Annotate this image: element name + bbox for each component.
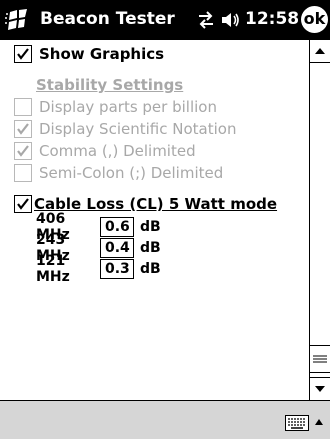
connectivity-icon[interactable] [197,11,215,29]
unit-label: dB [140,240,161,256]
scientific-notation-checkbox[interactable] [14,120,32,138]
volume-icon[interactable] [220,11,240,29]
ppb-label: Display parts per billion [39,98,217,116]
comma-delimited-label: Comma (,) Delimited [39,142,196,160]
app-title: Beacon Tester [40,9,175,29]
freq-row-121: 121 MHz 0.3 dB [36,253,161,285]
clock[interactable]: 12:58 [245,9,299,29]
checkmark-icon [17,48,29,60]
scroll-up-button[interactable] [310,40,330,63]
comma-delimited-option[interactable]: Comma (,) Delimited [14,140,196,162]
cable-loss-121-input[interactable]: 0.3 [100,259,134,279]
ok-button[interactable]: ok [301,6,328,33]
cable-loss-243-input[interactable]: 0.4 [100,238,134,258]
cable-loss-406-input[interactable]: 0.6 [100,217,134,237]
show-graphics-label: Show Graphics [39,45,165,63]
stability-settings-heading: Stability Settings [36,76,184,94]
scroll-down-button[interactable] [310,377,330,400]
keyboard-icon[interactable] [285,415,309,431]
scroll-thumb[interactable] [310,345,330,373]
settings-form: Show Graphics Stability Settings Display… [0,40,309,400]
semicolon-delimited-checkbox[interactable] [14,164,32,182]
scientific-notation-option[interactable]: Display Scientific Notation [14,118,236,140]
freq-label-121: 121 MHz [36,253,70,285]
vertical-scrollbar[interactable] [309,40,330,400]
scientific-notation-label: Display Scientific Notation [39,120,237,138]
title-bar: Beacon Tester 12:58 ok [0,0,330,40]
semicolon-delimited-label: Semi-Colon (;) Delimited [39,164,224,182]
arrow-up-icon [315,48,325,54]
arrow-down-icon [315,386,325,392]
semicolon-delimited-option[interactable]: Semi-Colon (;) Delimited [14,162,223,184]
menu-bar [0,400,330,439]
grip-icon [313,355,327,363]
ppb-checkbox[interactable] [14,98,32,116]
comma-delimited-checkbox[interactable] [14,142,32,160]
ppb-option[interactable]: Display parts per billion [14,96,217,118]
show-graphics-option[interactable]: Show Graphics [14,43,164,65]
show-graphics-checkbox[interactable] [14,45,32,63]
sip-arrow-up-icon[interactable] [313,416,325,428]
checkmark-icon [17,145,29,157]
cable-loss-checkbox[interactable] [14,195,32,213]
unit-label: dB [140,261,161,277]
checkmark-icon [17,198,29,210]
windows-start-icon[interactable] [4,6,32,34]
unit-label: dB [140,219,161,235]
checkmark-icon [17,123,29,135]
